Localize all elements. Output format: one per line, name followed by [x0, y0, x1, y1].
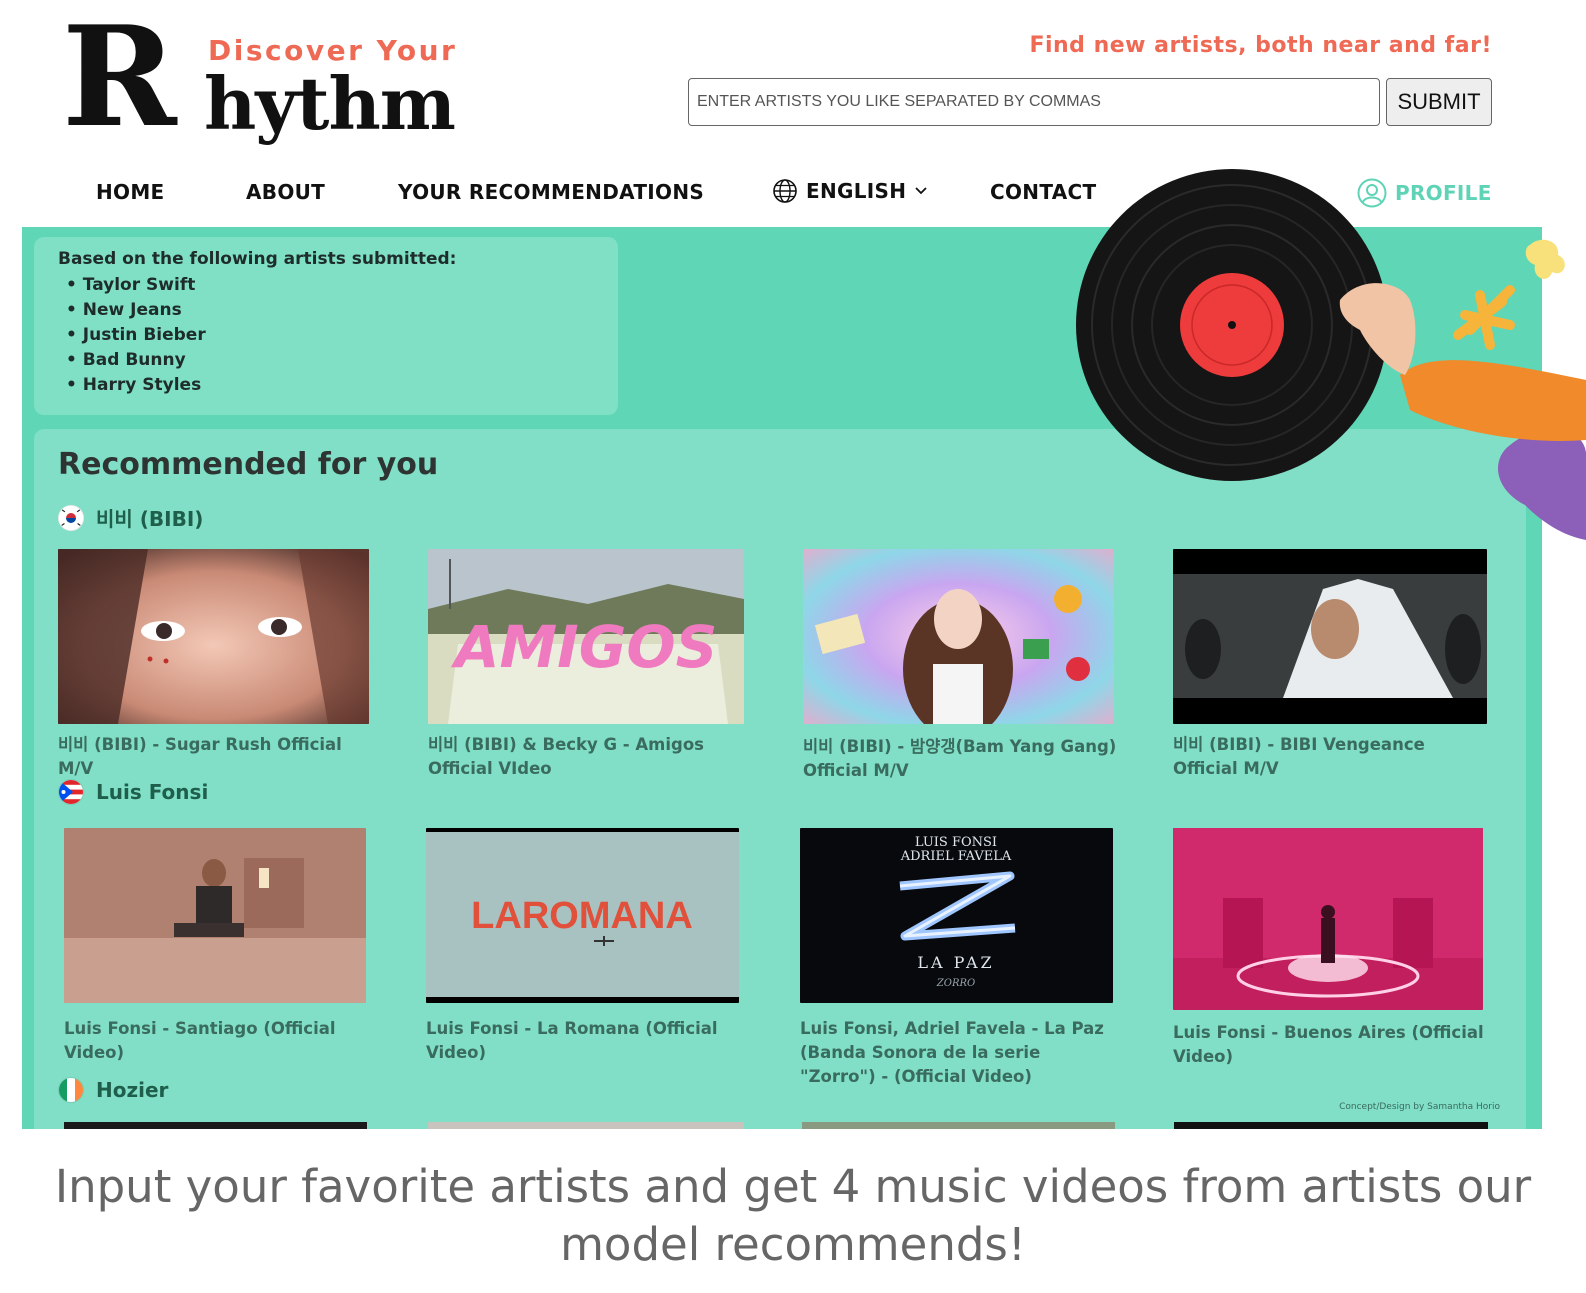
artist-search-input[interactable]	[688, 78, 1380, 126]
video-title[interactable]: 비비 (BIBI) - 밤양갱(Bam Yang Gang) Official …	[803, 735, 1123, 783]
video-thumbnail[interactable]	[428, 1122, 744, 1129]
chevron-down-icon	[915, 187, 927, 195]
video-thumbnail[interactable]: AMIGOS	[428, 549, 744, 724]
south-korea-flag-icon	[58, 504, 84, 531]
submitted-artists-box: Based on the following artists submitted…	[34, 237, 618, 415]
main-panel: Based on the following artists submitted…	[22, 227, 1542, 1129]
recommendations-title: Recommended for you	[58, 447, 439, 482]
video-thumbnail[interactable]	[64, 1122, 367, 1129]
logo-initial: R	[62, 0, 177, 158]
profile-label: PROFILE	[1395, 181, 1492, 205]
video-thumbnail[interactable]	[1173, 828, 1483, 1010]
video-title[interactable]: 비비 (BIBI) - BIBI Vengeance Official M/V	[1173, 733, 1493, 781]
video-thumbnail[interactable]	[802, 1122, 1115, 1129]
video-thumbnail[interactable]	[803, 549, 1114, 724]
submitted-title: Based on the following artists submitted…	[58, 249, 457, 269]
svg-text:LA PAZ: LA PAZ	[917, 953, 994, 972]
nav-profile[interactable]: PROFILE	[1357, 178, 1492, 208]
artist-heading: Hozier	[58, 1077, 168, 1103]
page-caption: Input your favorite artists and get 4 mu…	[54, 1160, 1532, 1271]
submitted-artist: Taylor Swift	[66, 273, 594, 298]
submitted-artist: Harry Styles	[66, 373, 594, 398]
artist-name: Hozier	[96, 1078, 169, 1102]
submit-button[interactable]: SUBMIT	[1386, 78, 1492, 126]
video-title[interactable]: Luis Fonsi - Santiago (Official Video)	[64, 1017, 364, 1065]
submitted-artist-list: Taylor Swift New Jeans Justin Bieber Bad…	[58, 273, 594, 398]
artist-heading: Luis Fonsi	[58, 779, 208, 805]
video-thumbnail[interactable]	[64, 828, 366, 1003]
video-title[interactable]: 비비 (BIBI) & Becky G - Amigos Official VI…	[428, 733, 748, 781]
artist-name: 비비 (BIBI)	[96, 507, 204, 531]
video-thumbnail[interactable]	[1173, 549, 1487, 724]
language-label: ENGLISH	[806, 179, 907, 203]
language-selector[interactable]: ENGLISH	[772, 178, 928, 204]
submitted-artist: Bad Bunny	[66, 348, 594, 373]
nav-about[interactable]: ABOUT	[246, 180, 325, 204]
user-icon	[1357, 178, 1387, 208]
svg-text:ZORRO: ZORRO	[936, 978, 975, 989]
video-title[interactable]: Luis Fonsi, Adriel Favela - La Paz (Band…	[800, 1017, 1120, 1089]
nav-home[interactable]: HOME	[96, 180, 165, 204]
recommendations-box: Recommended for you 비비 (BIBI) 비비 (BIBI) …	[34, 429, 1526, 1129]
nav-recommendations[interactable]: YOUR RECOMMENDATIONS	[398, 180, 704, 204]
video-thumbnail[interactable]	[58, 549, 369, 724]
video-thumbnail[interactable]: LUIS FONSI ADRIEL FAVELA LA PAZ ZORRO	[800, 828, 1113, 1003]
video-title[interactable]: Luis Fonsi - La Romana (Official Video)	[426, 1017, 746, 1065]
video-title[interactable]: 비비 (BIBI) - Sugar Rush Official M/V	[58, 733, 378, 781]
video-thumbnail[interactable]	[1174, 1122, 1488, 1129]
nav-contact[interactable]: CONTACT	[990, 180, 1096, 204]
logo-word: hythm	[204, 61, 456, 146]
globe-icon	[773, 179, 797, 203]
svg-text:LUIS FONSI: LUIS FONSI	[915, 835, 997, 850]
la-romana-thumb-text: LAROMANA	[471, 895, 693, 937]
puerto-rico-flag-icon	[58, 779, 84, 805]
ireland-flag-icon	[58, 1077, 84, 1103]
submitted-artist: New Jeans	[66, 298, 594, 323]
tagline: Find new artists, both near and far!	[1029, 33, 1492, 58]
design-credit: Concept/Design by Samantha Horio	[1339, 1102, 1500, 1112]
submitted-artist: Justin Bieber	[66, 323, 594, 348]
video-title[interactable]: Luis Fonsi - Buenos Aires (Official Vide…	[1173, 1021, 1493, 1069]
video-thumbnail[interactable]: LAROMANA	[426, 828, 739, 1003]
artist-name: Luis Fonsi	[96, 780, 209, 804]
site-logo[interactable]: R Discover Your hythm	[62, 8, 462, 152]
amigos-thumb-text: AMIGOS	[451, 613, 718, 681]
artist-heading: 비비 (BIBI)	[58, 503, 203, 532]
svg-text:ADRIEL FAVELA: ADRIEL FAVELA	[900, 849, 1012, 864]
